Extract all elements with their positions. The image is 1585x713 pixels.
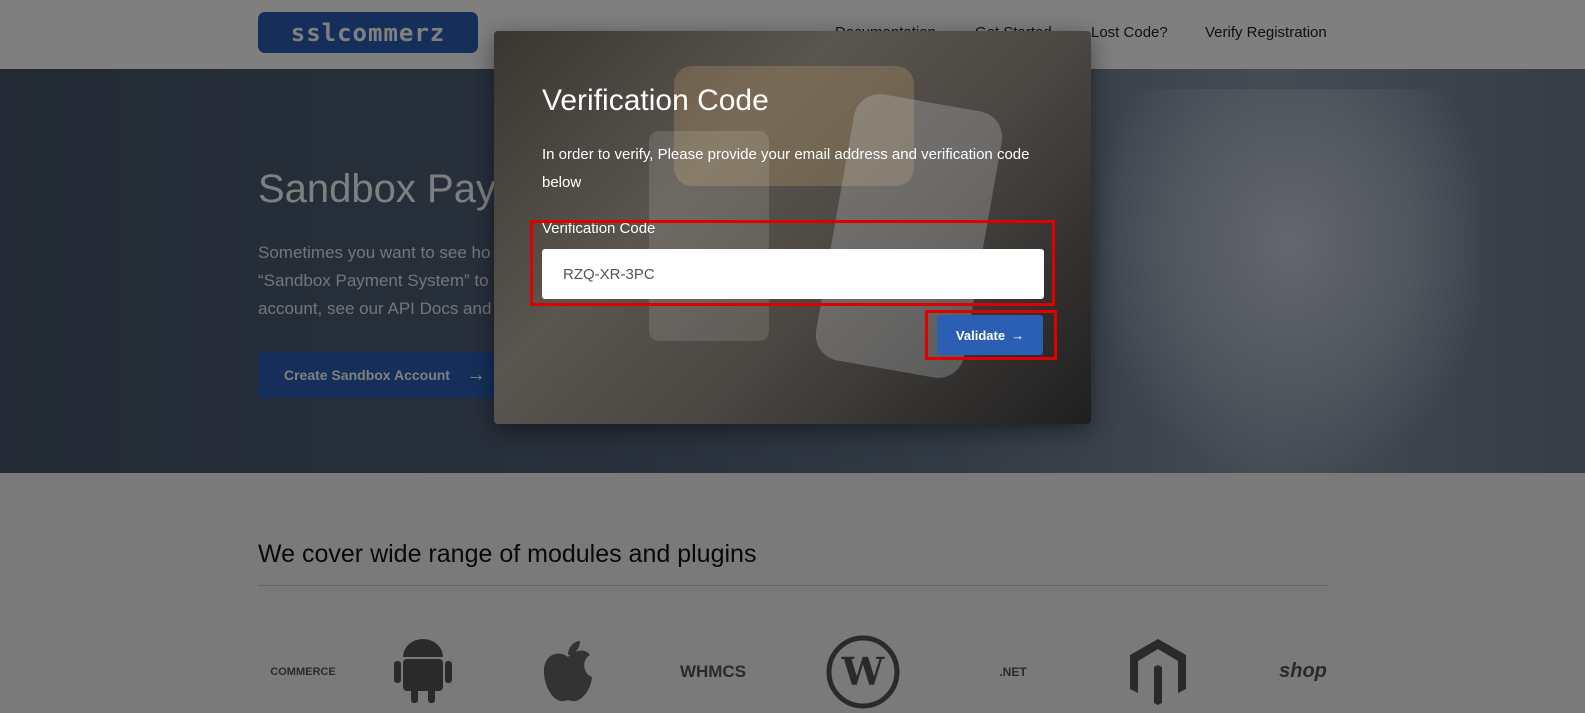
verification-code-input[interactable] [542,249,1044,299]
validate-button[interactable]: Validate → [937,315,1043,355]
modal-title: Verification Code [542,84,769,117]
arrow-right-icon: → [1011,327,1025,343]
validate-label: Validate [955,327,1006,343]
modal-description: In order to verify, Please provide your … [542,146,1030,191]
verification-code-label: Verification Code [542,220,656,237]
verification-code-modal: Verification Code In order to verify, Pl… [494,31,1091,424]
